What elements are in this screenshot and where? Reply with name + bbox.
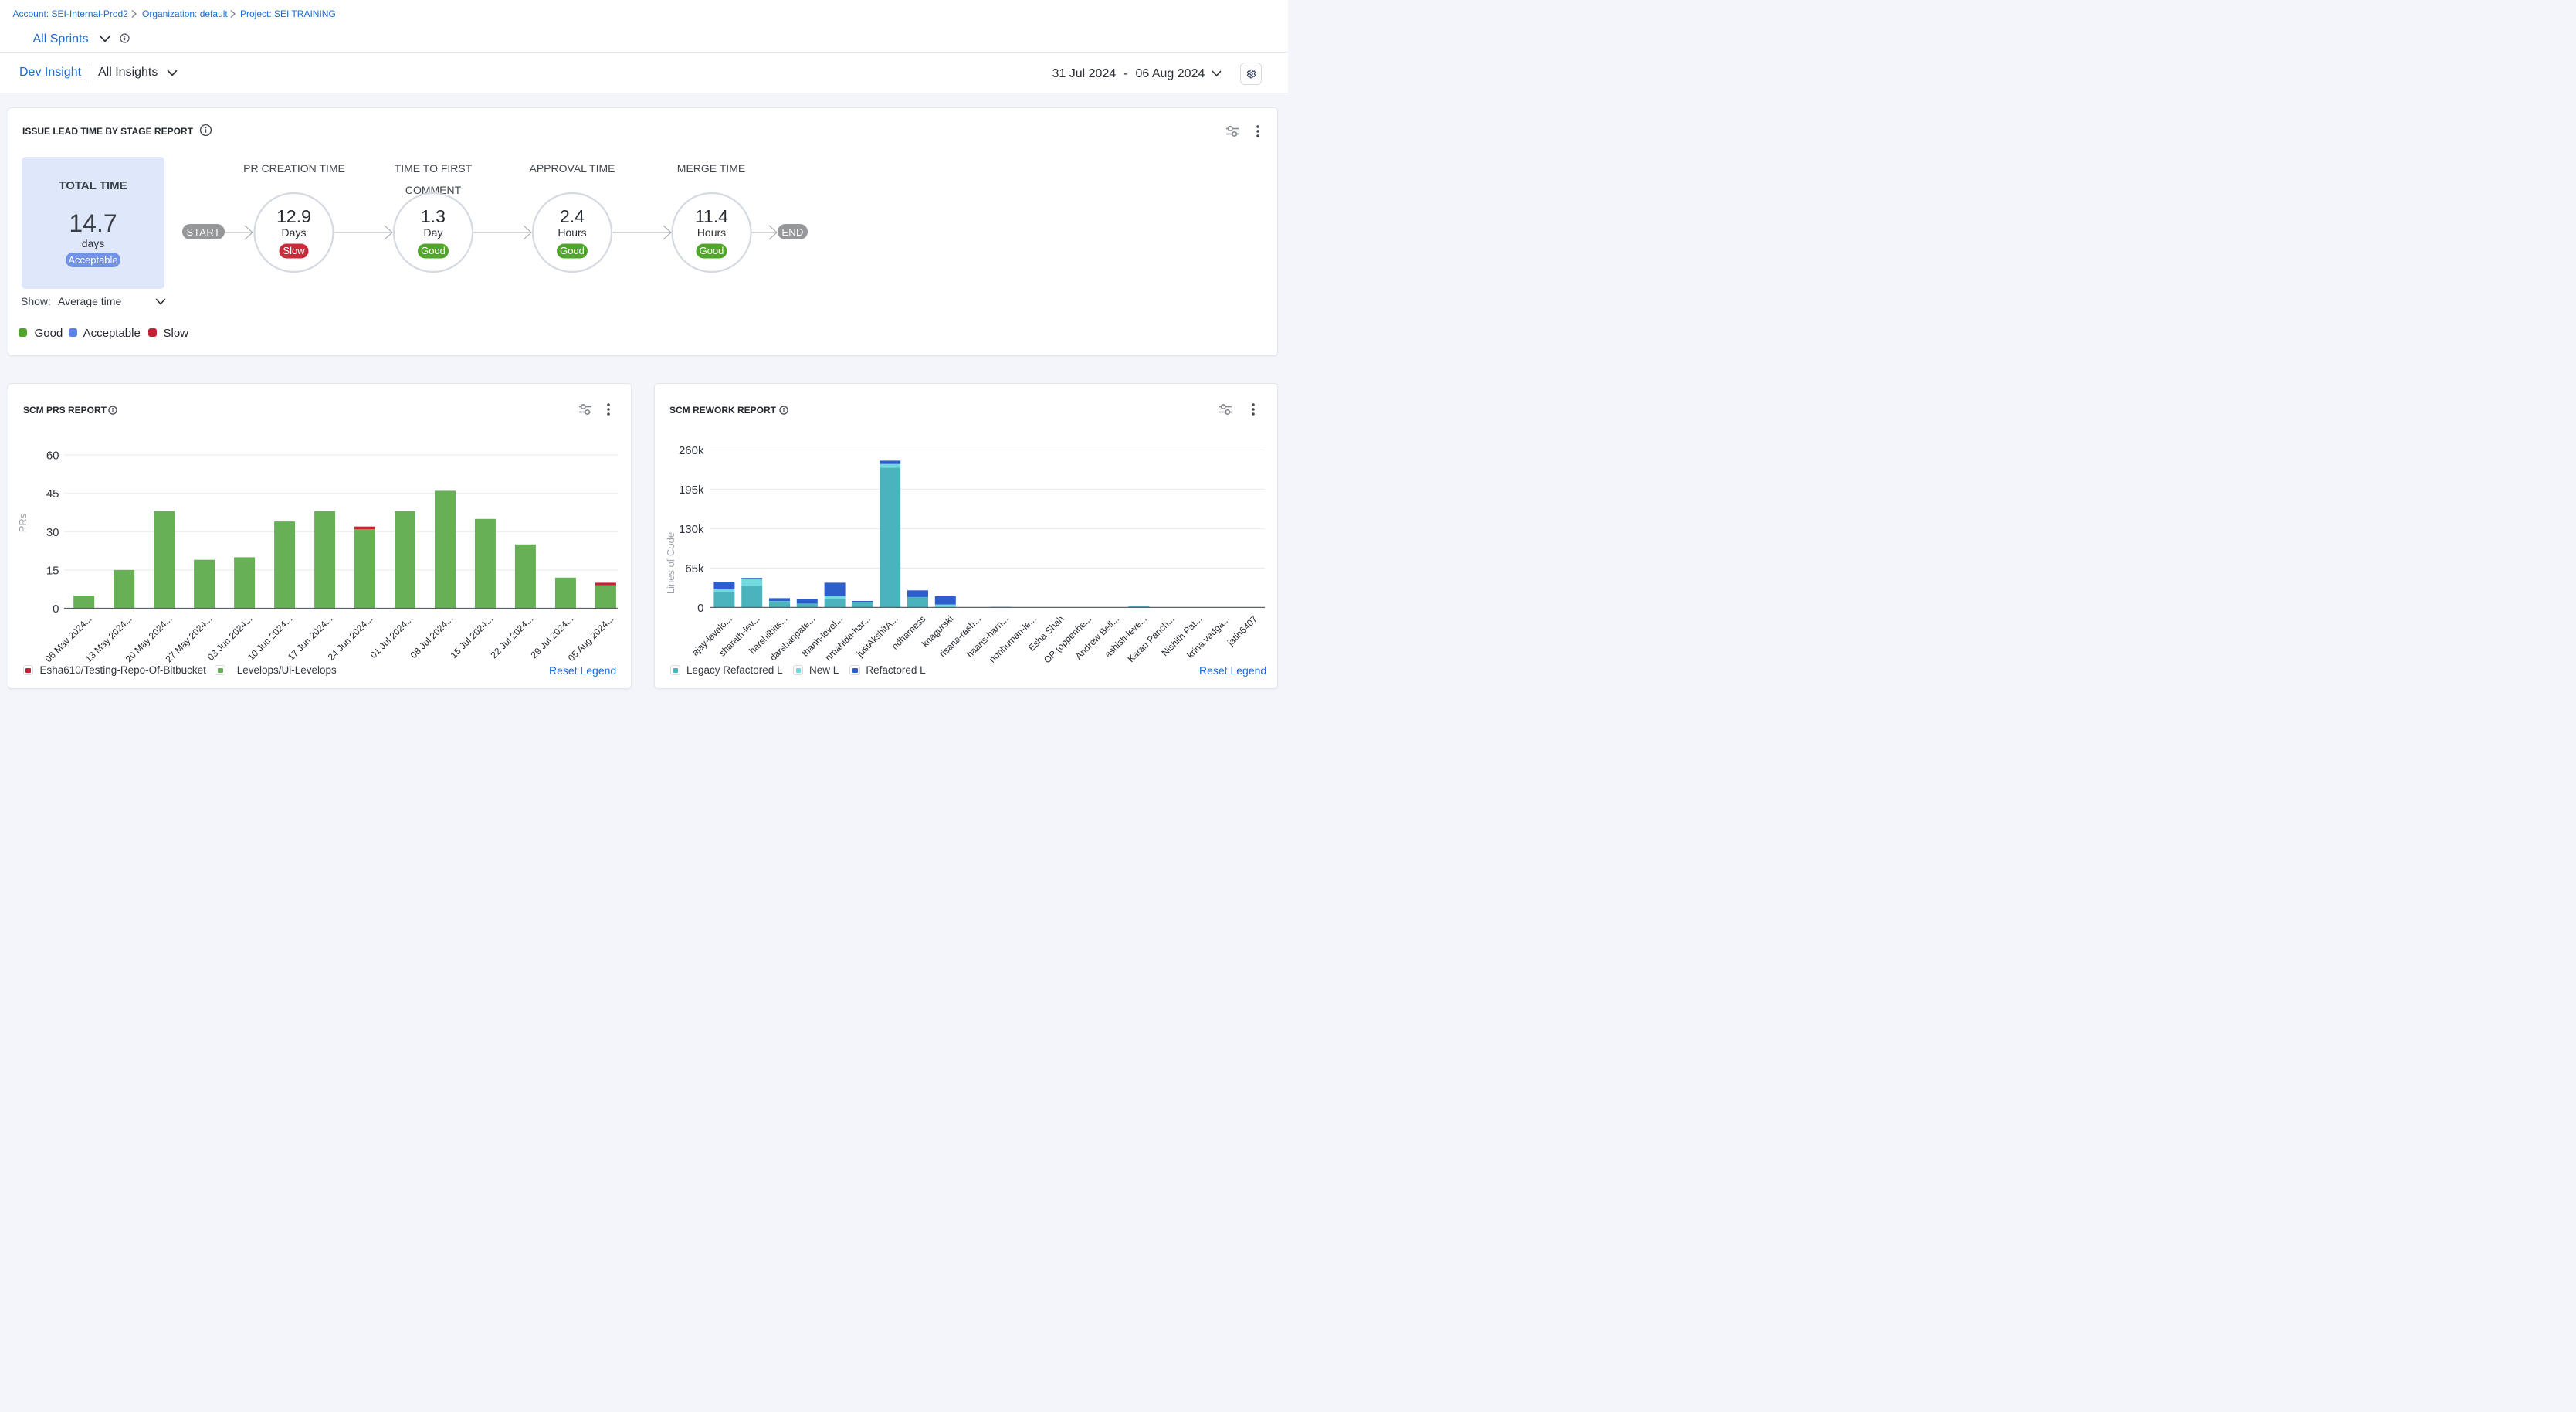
svg-text:45: 45	[46, 487, 59, 501]
svg-text:60: 60	[46, 450, 59, 463]
svg-text:APPROVAL TIME: APPROVAL TIME	[530, 162, 615, 175]
svg-text:jatin6407: jatin6407	[1225, 613, 1259, 648]
svg-text:MERGE TIME: MERGE TIME	[677, 162, 745, 175]
svg-text:Good: Good	[700, 245, 724, 256]
svg-text:30: 30	[46, 526, 59, 539]
svg-text:1.3: 1.3	[421, 206, 446, 226]
svg-text:Hours: Hours	[558, 226, 586, 239]
svg-text:Good: Good	[421, 245, 446, 256]
svg-text:TIME TO FIRST: TIME TO FIRST	[395, 162, 473, 175]
svg-text:Lines of Code: Lines of Code	[665, 532, 676, 594]
svg-text:START: START	[187, 226, 221, 238]
svg-text:11.4: 11.4	[695, 206, 728, 226]
svg-text:Slow: Slow	[283, 245, 305, 256]
svg-text:2.4: 2.4	[560, 206, 585, 226]
svg-text:0: 0	[697, 602, 703, 615]
svg-text:195k: 195k	[679, 484, 704, 497]
svg-text:130k: 130k	[679, 523, 704, 536]
svg-text:END: END	[781, 226, 803, 238]
svg-text:Day: Day	[424, 226, 443, 239]
svg-text:PRs: PRs	[17, 513, 29, 532]
svg-text:260k: 260k	[679, 444, 704, 457]
svg-text:PR CREATION TIME: PR CREATION TIME	[243, 162, 345, 175]
svg-text:Days: Days	[282, 226, 307, 239]
svg-text:Good: Good	[560, 245, 585, 256]
svg-text:65k: 65k	[685, 562, 704, 575]
svg-text:0: 0	[53, 602, 59, 616]
svg-text:Hours: Hours	[697, 226, 726, 239]
svg-text:15: 15	[46, 564, 59, 577]
svg-text:12.9: 12.9	[276, 206, 311, 226]
svg-text:OP (oppenhe...: OP (oppenhe...	[1042, 613, 1093, 665]
